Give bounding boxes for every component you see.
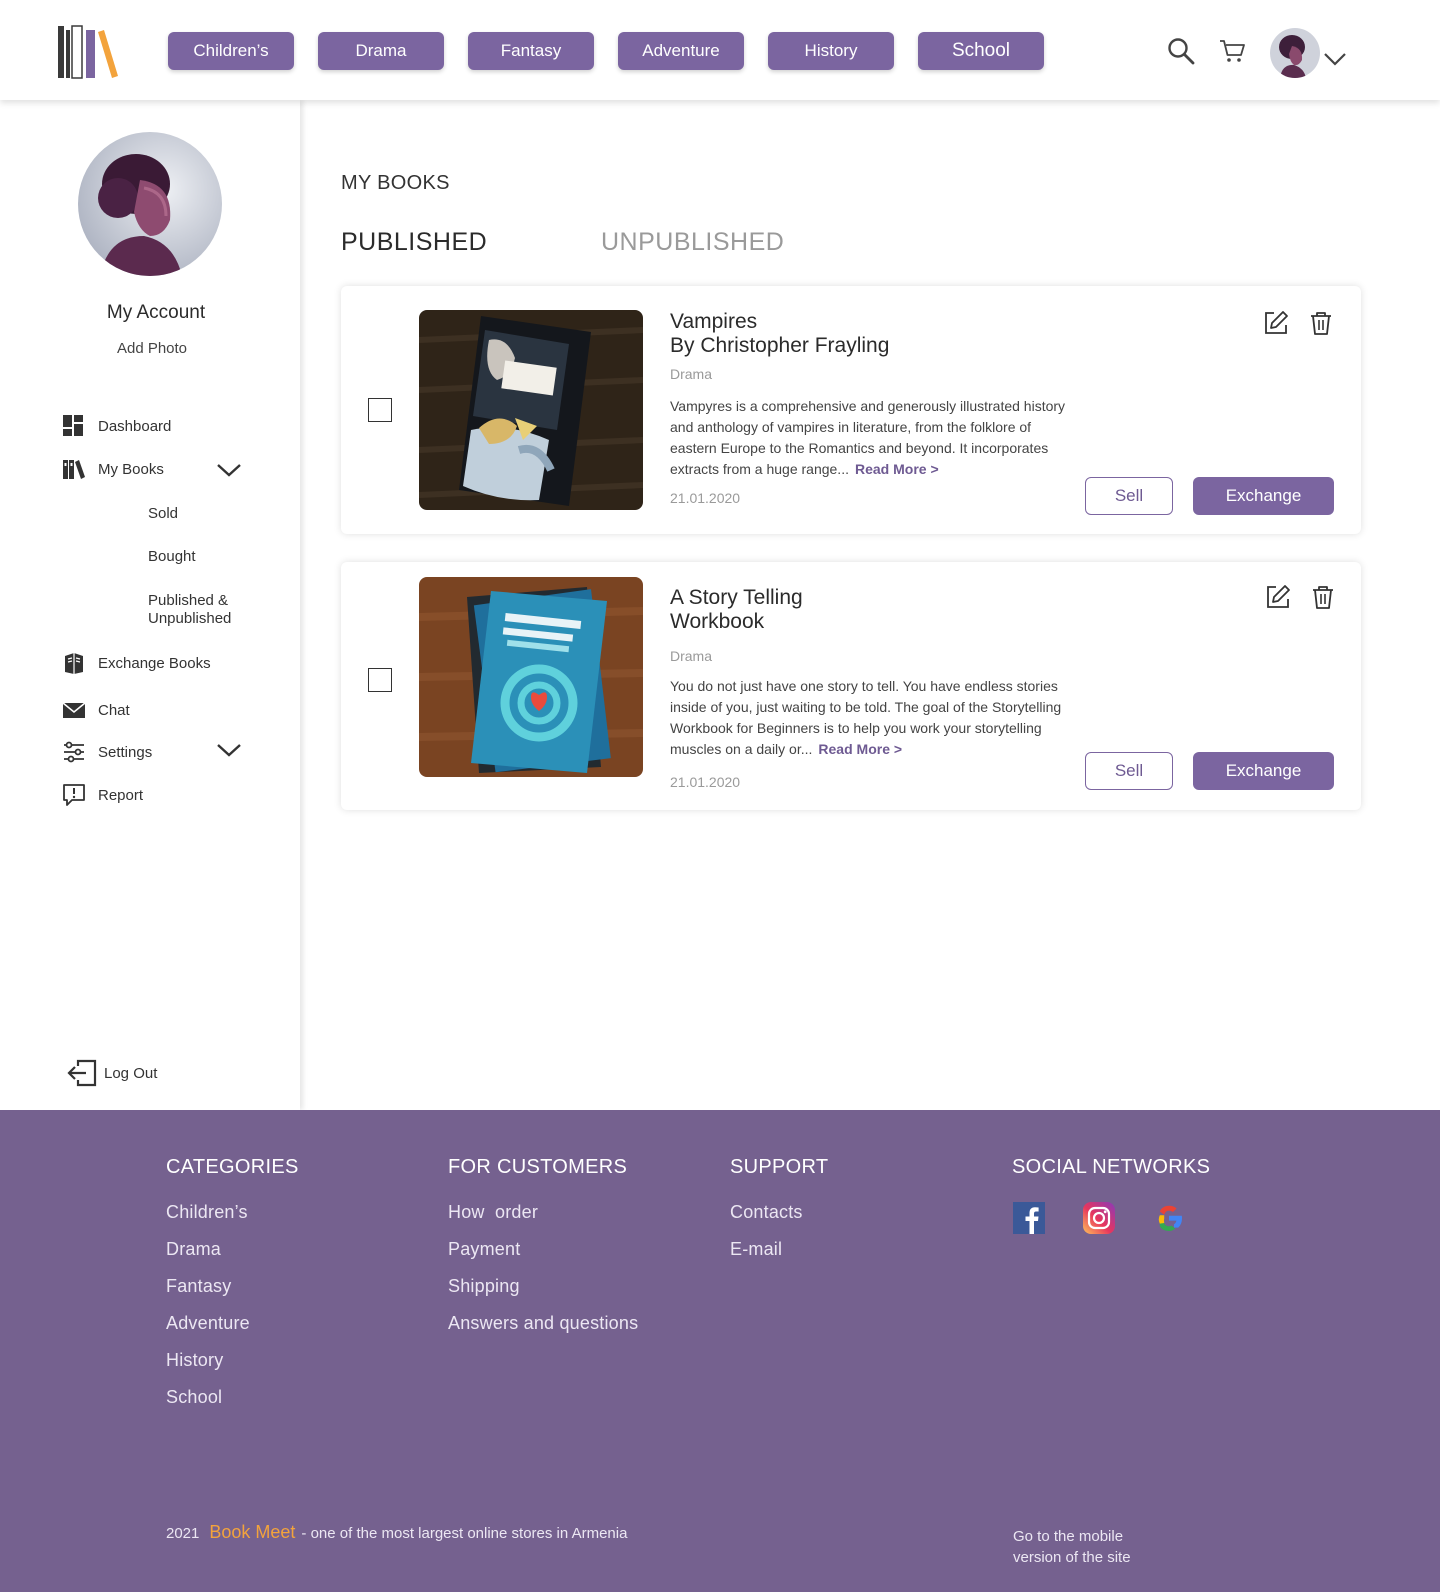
- chevron-down-icon[interactable]: [216, 462, 242, 478]
- top-header: Children’s Drama Fantasy Adventure Histo…: [0, 0, 1440, 100]
- book-card: Vampires By Christopher Frayling Drama V…: [341, 286, 1361, 534]
- footer-link-contacts[interactable]: Contacts: [730, 1202, 803, 1239]
- bookmeet-logo[interactable]: [56, 24, 118, 80]
- book-title[interactable]: A Story Telling Workbook: [670, 586, 803, 634]
- footer-heading-support: SUPPORT: [730, 1156, 829, 1178]
- sidebar-item-settings[interactable]: Settings: [62, 738, 152, 766]
- book-genre: Drama: [670, 648, 713, 664]
- logout-icon: [67, 1059, 97, 1087]
- book-description: You do not just have one story to tell. …: [670, 676, 1080, 760]
- footer-link-email[interactable]: E-mail: [730, 1239, 803, 1276]
- copyright: 2021 Book Meet - one of the most largest…: [166, 1522, 627, 1543]
- footer-brand[interactable]: Book Meet: [209, 1522, 295, 1543]
- page-title: MY BOOKS: [341, 172, 450, 194]
- logout-button[interactable]: Log Out: [66, 1058, 157, 1088]
- footer-link-answers[interactable]: Answers and questions: [448, 1313, 638, 1350]
- cart-icon[interactable]: [1218, 36, 1248, 66]
- exchange-books-icon: [65, 653, 83, 674]
- sell-button[interactable]: Sell: [1085, 752, 1173, 790]
- sliders-icon: [64, 741, 84, 763]
- book-cover-image[interactable]: [419, 577, 643, 777]
- read-more-link[interactable]: Read More >: [855, 461, 939, 477]
- tab-unpublished[interactable]: UNPUBLISHED: [601, 228, 784, 257]
- footer-link-shipping[interactable]: Shipping: [448, 1276, 638, 1313]
- book-date: 21.01.2020: [670, 774, 741, 790]
- nav-category-history[interactable]: History: [768, 32, 894, 70]
- search-icon[interactable]: [1166, 36, 1196, 66]
- sidebar-item-label: Settings: [98, 743, 153, 761]
- footer-link-drama[interactable]: Drama: [166, 1239, 250, 1276]
- book-cover-image[interactable]: [419, 310, 643, 510]
- book-date: 21.01.2020: [670, 490, 741, 506]
- instagram-icon[interactable]: [1083, 1202, 1115, 1234]
- sidebar-item-label: Report: [98, 786, 144, 804]
- chevron-down-icon[interactable]: [216, 742, 242, 758]
- footer-link-fantasy[interactable]: Fantasy: [166, 1276, 250, 1313]
- sidebar-item-label: Dashboard: [98, 417, 172, 435]
- trash-icon[interactable]: [1308, 310, 1334, 336]
- account-title: My Account: [106, 302, 206, 323]
- mail-icon: [62, 702, 86, 718]
- footer-customers-list: How order Payment Shipping Answers and q…: [448, 1202, 638, 1350]
- footer-tagline: - one of the most largest online stores …: [301, 1525, 628, 1542]
- add-photo-link[interactable]: Add Photo: [0, 340, 304, 357]
- mobile-version-link[interactable]: Go to the mobile version of the site: [1013, 1526, 1163, 1568]
- google-icon[interactable]: [1153, 1202, 1185, 1234]
- footer-link-adventure[interactable]: Adventure: [166, 1313, 250, 1350]
- logout-label: Log Out: [104, 1064, 158, 1082]
- header-avatar[interactable]: [1270, 28, 1320, 78]
- footer-link-history[interactable]: History: [166, 1350, 250, 1387]
- sidebar-item-label: Chat: [98, 701, 130, 719]
- sidebar: My Account Add Photo Dashboard My Books …: [0, 100, 300, 1110]
- footer-link-payment[interactable]: Payment: [448, 1239, 638, 1276]
- chevron-down-icon[interactable]: [1322, 50, 1348, 68]
- facebook-icon[interactable]: [1013, 1202, 1045, 1234]
- trash-icon[interactable]: [1310, 584, 1336, 610]
- exchange-button[interactable]: Exchange: [1193, 477, 1334, 515]
- copyright-year: 2021: [166, 1525, 200, 1542]
- sidebar-item-exchange-books[interactable]: Exchange Books: [62, 649, 211, 677]
- footer-heading-social: SOCIAL NETWORKS: [1012, 1156, 1211, 1178]
- sidebar-item-label: Exchange Books: [98, 654, 211, 672]
- nav-category-childrens[interactable]: Children’s: [168, 32, 294, 70]
- nav-category-school[interactable]: School: [918, 32, 1044, 70]
- nav-category-drama[interactable]: Drama: [318, 32, 444, 70]
- footer-support-list: Contacts E-mail: [730, 1202, 803, 1276]
- nav-category-fantasy[interactable]: Fantasy: [468, 32, 594, 70]
- sell-button[interactable]: Sell: [1085, 477, 1173, 515]
- sidebar-item-label: My Books: [98, 460, 164, 478]
- edit-icon[interactable]: [1263, 310, 1289, 336]
- sidebar-subitem-bought[interactable]: Bought: [148, 548, 196, 566]
- sidebar-subitem-sold[interactable]: Sold: [148, 505, 178, 523]
- footer-heading-customers: FOR CUSTOMERS: [448, 1156, 628, 1178]
- nav-category-adventure[interactable]: Adventure: [618, 32, 744, 70]
- exchange-button[interactable]: Exchange: [1193, 752, 1334, 790]
- footer-link-how-order[interactable]: How order: [448, 1202, 638, 1239]
- footer-link-childrens[interactable]: Children’s: [166, 1202, 250, 1239]
- profile-avatar[interactable]: [78, 132, 222, 276]
- tab-published[interactable]: PUBLISHED: [341, 228, 487, 257]
- book-description: Vampyres is a comprehensive and generous…: [670, 396, 1080, 480]
- report-icon: [63, 784, 85, 806]
- book-title[interactable]: Vampires By Christopher Frayling: [670, 310, 889, 358]
- sidebar-item-my-books[interactable]: My Books: [62, 455, 164, 483]
- footer-heading-categories: CATEGORIES: [166, 1156, 299, 1178]
- sidebar-item-dashboard[interactable]: Dashboard: [62, 412, 171, 440]
- edit-icon[interactable]: [1265, 584, 1291, 610]
- footer-link-school[interactable]: School: [166, 1387, 250, 1424]
- book-card: A Story Telling Workbook Drama You do no…: [341, 562, 1361, 810]
- sidebar-subitem-published-unpublished[interactable]: Published & Unpublished: [148, 592, 258, 628]
- books-icon: [63, 460, 85, 479]
- footer-categories-list: Children’s Drama Fantasy Adventure Histo…: [166, 1202, 250, 1424]
- sidebar-item-chat[interactable]: Chat: [62, 696, 130, 724]
- read-more-link[interactable]: Read More >: [818, 741, 902, 757]
- book-genre: Drama: [670, 366, 713, 382]
- dashboard-icon: [63, 415, 83, 436]
- sidebar-item-report[interactable]: Report: [62, 781, 143, 809]
- book-select-checkbox[interactable]: [368, 398, 392, 422]
- book-select-checkbox[interactable]: [368, 668, 392, 692]
- footer: CATEGORIES Children’s Drama Fantasy Adve…: [0, 1110, 1440, 1592]
